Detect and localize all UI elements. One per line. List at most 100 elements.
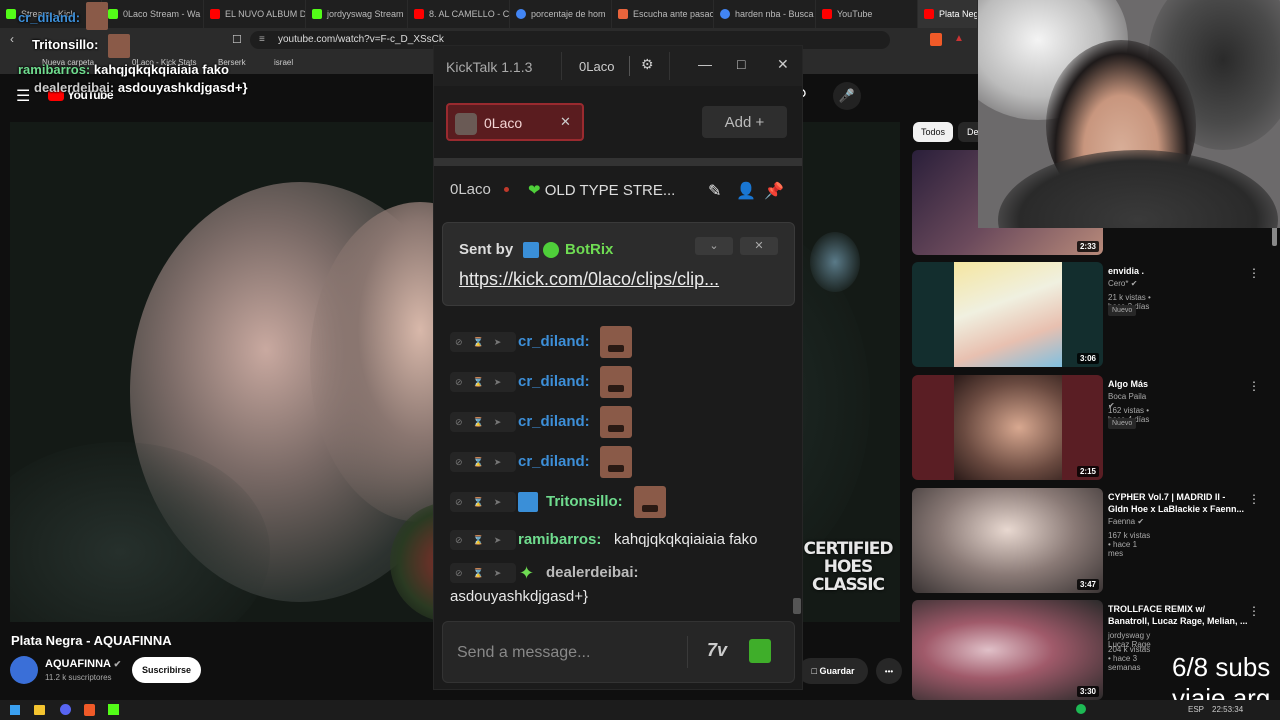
chat-username[interactable]: dealerdeibai: (546, 564, 639, 581)
chat-username[interactable]: cr_diland: (518, 413, 590, 430)
recommendation-item[interactable]: 3:06 envidia . Cero* ✔ 21 k vistas • hac… (912, 262, 1260, 367)
mic-icon[interactable]: 🎤 (833, 82, 861, 110)
video-thumbnail[interactable]: 3:47 (912, 488, 1103, 593)
bookmark-icon[interactable]: ☐ (232, 33, 242, 46)
browser-tab[interactable]: Escucha ante pasao (612, 0, 714, 28)
mod-actions[interactable]: ⊘⌛➤ (450, 563, 516, 583)
video-thumbnail[interactable]: 2:15 (912, 375, 1103, 480)
recommendation-channel[interactable]: Cero* ✔ (1108, 279, 1137, 288)
chat-username[interactable]: cr_diland: (518, 453, 590, 470)
pinned-link[interactable]: https://kick.com/0laco/clips/clip... (459, 269, 781, 290)
kick-emote-button[interactable] (749, 639, 771, 663)
rewards-icon[interactable]: ▲ (954, 33, 964, 44)
channel-name[interactable]: AQUAFINNA ✔ (45, 658, 121, 670)
unpin-icon[interactable]: ✕ (740, 237, 778, 255)
channel-avatar (455, 113, 477, 135)
chat-username[interactable]: cr_diland: (518, 333, 590, 350)
current-user[interactable]: 0Laco (579, 59, 614, 74)
recommendation-title[interactable]: CYPHER Vol.7 | MADRID II - Gldn Hoe x La… (1108, 491, 1248, 515)
file-explorer-icon[interactable] (34, 705, 45, 715)
channel-avatar[interactable] (10, 656, 38, 684)
chat-username[interactable]: ramibarros: (518, 531, 601, 548)
more-options-icon[interactable]: ⋮ (1248, 266, 1260, 280)
minimize-icon[interactable]: — (698, 56, 712, 72)
more-options-icon[interactable]: ⋮ (1248, 604, 1260, 618)
bookmark-folder[interactable]: israel (274, 58, 293, 67)
recommendation-meta: 167 k vistas • hace 1 mes (1108, 531, 1151, 558)
browser-tab[interactable]: harden nba - Busca (714, 0, 816, 28)
kick-taskbar-icon[interactable] (108, 704, 119, 715)
chip-from[interactable]: De (958, 122, 978, 142)
sidebar-scrollbar[interactable] (1272, 226, 1277, 246)
youtube-icon (210, 9, 220, 19)
mod-actions[interactable]: ⊘⌛➤ (450, 332, 516, 352)
webcam-person (998, 150, 1278, 228)
video-thumbnail[interactable]: 3:30 (912, 600, 1103, 700)
browser-tab[interactable]: YouTube (816, 0, 918, 28)
mod-actions[interactable]: ⊘⌛➤ (450, 530, 516, 550)
clock[interactable]: 22:53:34 (1212, 705, 1243, 714)
recommendation-title[interactable]: envidia . (1108, 265, 1248, 277)
save-button[interactable]: □ Guardar (798, 658, 868, 684)
browser-tab-active[interactable]: Plata Negra (918, 0, 978, 28)
chat-scrollbar[interactable] (793, 598, 801, 614)
video-thumbnail[interactable]: 3:06 (912, 262, 1103, 367)
chat-username[interactable]: cr_diland: (518, 373, 590, 390)
expand-pin-icon[interactable]: ⌄ (695, 237, 733, 255)
browser-tab[interactable]: 0Laco Stream - Wa (102, 0, 204, 28)
browser-tab[interactable]: EL NUVO ALBUM D (204, 0, 306, 28)
maximize-icon[interactable]: □ (737, 56, 745, 72)
recommendation-title[interactable]: TROLLFACE REMIX w/ Banatroll, Lucaz Rage… (1108, 603, 1248, 627)
input-divider (687, 636, 688, 668)
brave-icon[interactable] (84, 704, 95, 716)
close-icon[interactable]: ✕ (777, 56, 789, 73)
site-settings-icon[interactable]: ≡ (259, 31, 265, 49)
chat-username[interactable]: Tritonsillo: (546, 493, 623, 510)
pin-icon[interactable]: 📌 (764, 181, 784, 201)
add-channel-button[interactable]: Add + (702, 106, 787, 138)
subscribe-button[interactable]: Suscribirse (132, 657, 201, 683)
settings-icon[interactable]: ⚙ (641, 56, 654, 73)
titlebar-divider (561, 52, 562, 80)
spotify-icon[interactable] (1076, 704, 1086, 714)
more-actions-button[interactable]: ••• (876, 658, 902, 684)
recommendation-item[interactable]: 3:47 CYPHER Vol.7 | MADRID II - Gldn Hoe… (912, 488, 1260, 593)
mod-actions[interactable]: ⊘⌛➤ (450, 412, 516, 432)
green-heart-icon: ❤ (528, 182, 541, 199)
overlay-chat-line: dealerdeibai: asdouyashkdjgasd+} (34, 80, 248, 95)
stream-info-row: 0Laco ❤ OLD TYPE STRE... ✎ 👤 📌 (434, 173, 802, 207)
chat-emote (600, 366, 632, 398)
recommendation-title[interactable]: Algo Más (1108, 378, 1248, 390)
browser-tab[interactable]: 8. AL CAMELLO - C (408, 0, 510, 28)
duration-badge: 3:47 (1076, 579, 1099, 590)
new-badge: Nuevo (1108, 305, 1137, 316)
discord-icon[interactable] (60, 704, 71, 715)
browser-tab[interactable]: jordyyswag Stream (306, 0, 408, 28)
recommendation-channel[interactable]: Faenna ✔ (1108, 517, 1144, 526)
recommendation-item[interactable]: 2:15 Algo Más Boca Paila ✔ 162 vistas • … (912, 375, 1260, 480)
video-title: Plata Negra - AQUAFINNA (11, 633, 172, 648)
recommendation-item[interactable]: 3:30 TROLLFACE REMIX w/ Banatroll, Lucaz… (912, 600, 1260, 700)
duration-badge: 3:30 (1076, 686, 1099, 697)
chip-all[interactable]: Todos (913, 122, 954, 142)
back-icon[interactable]: ‹ (10, 32, 14, 46)
mod-actions[interactable]: ⊘⌛➤ (450, 492, 516, 512)
close-tab-icon[interactable]: ✕ (560, 114, 571, 130)
more-options-icon[interactable]: ⋮ (1248, 379, 1260, 393)
overlay-chat-line: ramibarros: kahqjqkqkqiaiaia fako (18, 62, 229, 77)
brave-shield-icon[interactable] (930, 33, 942, 46)
mod-tools-icon[interactable]: ✎ (708, 181, 721, 201)
chat-input[interactable] (457, 642, 677, 664)
mod-actions[interactable]: ⊘⌛➤ (450, 372, 516, 392)
more-options-icon[interactable]: ⋮ (1248, 492, 1260, 506)
browser-tab[interactable]: porcentaje de hom (510, 0, 612, 28)
language-indicator[interactable]: ESP (1188, 705, 1204, 714)
channel-tab[interactable]: 0Laco ✕ (446, 103, 584, 141)
stream-title: ❤ OLD TYPE STRE... (528, 182, 676, 199)
windows-start-icon[interactable] (10, 705, 20, 715)
mod-actions[interactable]: ⊘⌛➤ (450, 452, 516, 472)
menu-icon[interactable]: ☰ (16, 86, 30, 106)
user-icon[interactable]: 👤 (736, 181, 756, 201)
seventv-emote-button[interactable]: 7v (707, 640, 727, 661)
duration-badge: 2:15 (1076, 466, 1099, 477)
